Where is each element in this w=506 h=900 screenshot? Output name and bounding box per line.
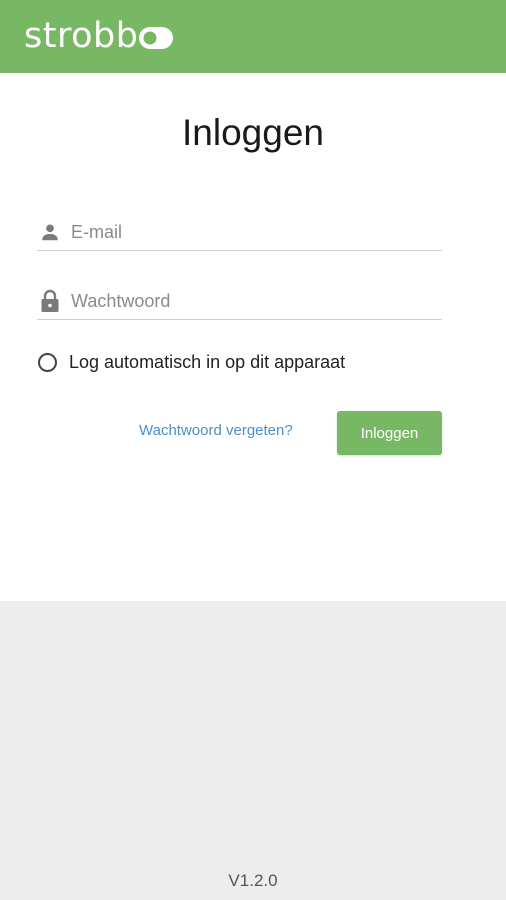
forgot-password-link[interactable]: Wachtwoord vergeten? — [139, 422, 293, 439]
password-field-row — [37, 283, 442, 320]
person-icon — [37, 219, 63, 245]
remember-me-option[interactable]: Log automatisch in op dit apparaat — [38, 352, 345, 373]
remember-me-label: Log automatisch in op dit apparaat — [69, 352, 346, 372]
login-button[interactable]: Inloggen — [337, 411, 442, 455]
remember-me-radio[interactable] — [38, 353, 57, 372]
strobbo-logo: strobb — [24, 12, 174, 60]
lock-icon — [37, 288, 63, 314]
logo-text: strobb — [24, 16, 139, 56]
page-title: Inloggen — [182, 112, 324, 153]
version-label: V1.2.0 — [228, 871, 278, 890]
email-field-row — [37, 214, 442, 251]
logo-toggle-icon — [139, 27, 174, 49]
email-input[interactable] — [71, 217, 442, 247]
app-header: strobb — [0, 0, 506, 73]
password-input[interactable] — [71, 286, 442, 316]
